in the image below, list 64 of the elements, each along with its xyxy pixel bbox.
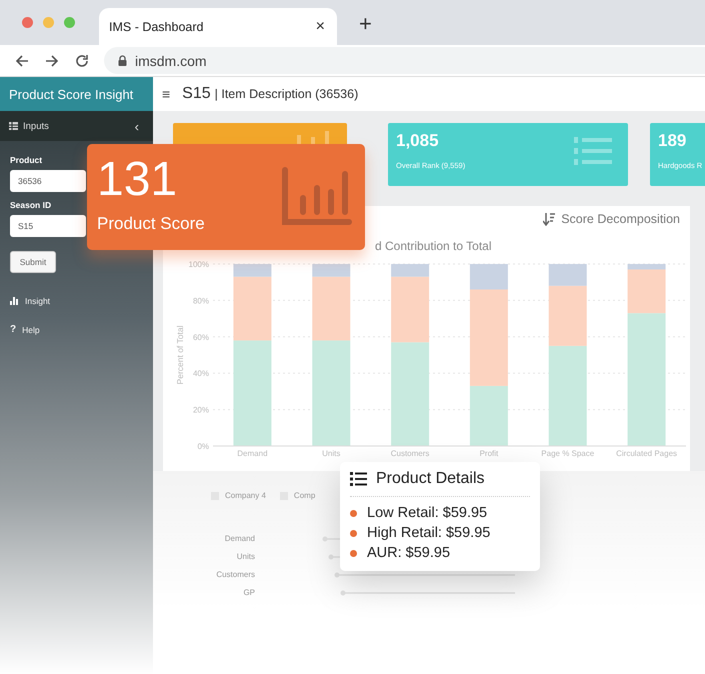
browser-tab[interactable]: IMS - Dashboard × xyxy=(99,8,337,45)
nav-item[interactable]: Help xyxy=(22,324,40,334)
row-label: GP xyxy=(242,588,255,597)
details-title: Product Details xyxy=(376,470,484,488)
bullet-icon xyxy=(350,550,357,556)
metric-value: 1,085 xyxy=(396,131,440,151)
category-label: Units xyxy=(322,449,340,458)
reload-icon[interactable] xyxy=(74,52,90,68)
tick-label: 20% xyxy=(192,406,209,415)
item-description: | Item Description (36536) xyxy=(214,87,358,101)
bullet-icon xyxy=(350,530,357,536)
tick-label: 100% xyxy=(188,260,209,269)
category-label: Demand xyxy=(237,449,268,458)
tick-label: 0% xyxy=(197,442,209,451)
nav-item[interactable]: Insight xyxy=(25,296,50,306)
detail-text: High Retail: $59.95 xyxy=(367,525,490,541)
score-label: Product Score xyxy=(97,214,205,234)
list-icon xyxy=(350,472,367,486)
bar-chart-icon xyxy=(10,297,19,305)
field-label: Season ID xyxy=(10,200,52,210)
metric-value: 189 xyxy=(658,131,688,151)
category-label: Profit xyxy=(480,449,498,458)
panel-title: Score Decomposition xyxy=(561,212,680,226)
tab-title: IMS - Dashboard xyxy=(109,20,204,34)
app-title: Product Score Insight xyxy=(0,77,153,111)
forward-arrow-icon[interactable] xyxy=(44,52,60,68)
row-label: Demand xyxy=(224,534,255,543)
tick-label: 40% xyxy=(192,369,209,378)
category-label: Customers xyxy=(390,449,430,458)
question-mark-icon: ? xyxy=(10,324,16,335)
category-label: Circulated Pages xyxy=(616,449,678,458)
category-label: Page % Space xyxy=(541,449,594,458)
score-value: 131 xyxy=(97,156,178,204)
detail-text: Low Retail: $59.95 xyxy=(367,505,488,521)
field-label: Product xyxy=(10,155,44,165)
legend-label: Comp xyxy=(294,491,316,500)
maximize-window-dot[interactable] xyxy=(64,17,75,28)
back-arrow-icon[interactable] xyxy=(14,52,30,68)
menu-icon[interactable]: ≡ xyxy=(162,86,170,102)
tick-label: 60% xyxy=(192,332,209,342)
detail-text: AUR: $59.95 xyxy=(367,545,450,561)
close-tab-button[interactable]: × xyxy=(316,18,325,36)
address-bar[interactable]: imsdm.com xyxy=(104,47,705,74)
section-title: Inputs xyxy=(23,120,49,132)
minimize-window-dot[interactable] xyxy=(43,17,54,28)
input-field[interactable]: 36536 xyxy=(10,170,86,192)
season-title: S15 xyxy=(182,85,211,103)
row-label: Customers xyxy=(215,570,255,579)
input-field[interactable]: S15 xyxy=(10,215,86,237)
submit-button[interactable]: Submit xyxy=(10,251,56,273)
axis-title: Percent of Total xyxy=(175,326,185,384)
new-tab-button[interactable]: + xyxy=(359,11,372,37)
collapse-button[interactable]: ‹ xyxy=(134,118,139,134)
legend-label: Company 4 xyxy=(225,491,266,500)
row-label: Units xyxy=(236,552,255,561)
url-text: imsdm.com xyxy=(135,52,207,68)
close-window-dot[interactable] xyxy=(22,17,33,28)
tick-label: 80% xyxy=(192,296,209,306)
bar-chart-icon xyxy=(281,166,353,228)
bullet-icon xyxy=(350,510,357,516)
table-icon xyxy=(9,122,18,130)
chart-title: d Contribution to Total xyxy=(375,239,492,253)
sort-icon xyxy=(543,212,556,226)
lock-icon xyxy=(118,55,127,66)
